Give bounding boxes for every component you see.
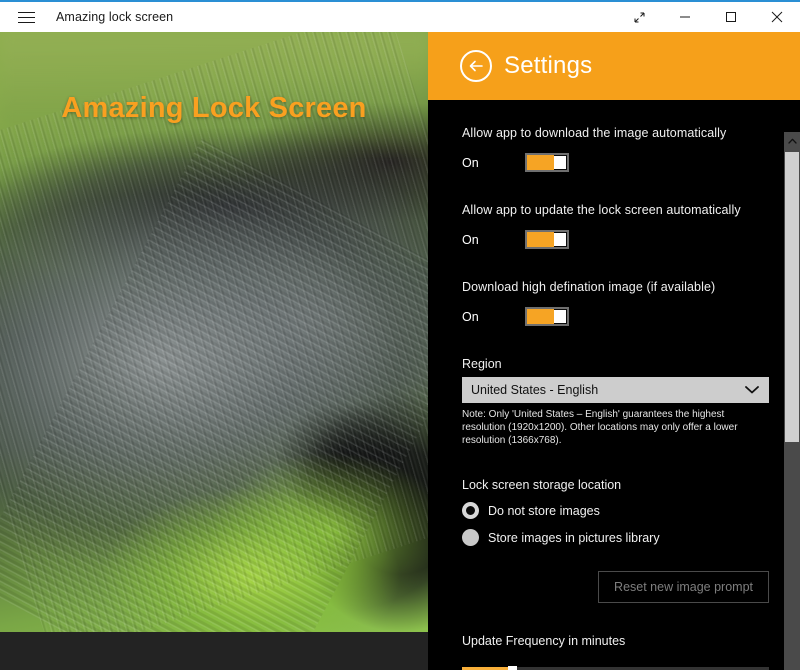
- hamburger-menu-icon[interactable]: [4, 2, 48, 32]
- toggle-state-label: On: [462, 155, 479, 170]
- setting-label: Allow app to download the image automati…: [462, 126, 727, 140]
- region-label: Region: [462, 357, 502, 371]
- region-selected-value: United States - English: [471, 383, 599, 397]
- toggle-knob: [554, 156, 566, 169]
- radio-do-not-store[interactable]: Do not store images: [462, 502, 772, 519]
- toggle-knob: [554, 310, 566, 323]
- settings-title: Settings: [504, 52, 593, 79]
- window-title: Amazing lock screen: [56, 10, 174, 24]
- settings-scrollbar[interactable]: [784, 132, 800, 670]
- radio-indicator-unselected: [462, 529, 479, 546]
- chevron-down-icon: [745, 386, 759, 395]
- setting-download-image: Allow app to download the image automati…: [462, 100, 772, 172]
- preview-footer-bar: [0, 632, 428, 670]
- radio-store-in-library[interactable]: Store images in pictures library: [462, 529, 772, 546]
- toggle-state-label: On: [462, 232, 479, 247]
- close-icon[interactable]: [754, 2, 800, 32]
- toggle-fill: [527, 155, 554, 170]
- lock-screen-preview: Amazing Lock Screen: [0, 32, 428, 670]
- photo-blur-top: [0, 32, 428, 152]
- storage-label: Lock screen storage location: [462, 478, 622, 492]
- fur-texture-lower: [0, 138, 428, 632]
- toggle-state-label: On: [462, 309, 479, 324]
- toggle-high-definition[interactable]: [525, 307, 569, 326]
- setting-label: Allow app to update the lock screen auto…: [462, 203, 741, 217]
- setting-update-frequency: Update Frequency in minutes Version: 2.5…: [462, 634, 772, 670]
- app-window: Amazing lock screen Amazing Lock Screen …: [0, 0, 800, 670]
- region-select[interactable]: United States - English: [462, 377, 769, 403]
- title-bar: Amazing lock screen: [0, 0, 800, 32]
- back-arrow-icon[interactable]: [460, 50, 492, 82]
- setting-label: Download high defination image (if avail…: [462, 280, 716, 294]
- region-note: Note: Only 'United States – English' gua…: [462, 409, 738, 446]
- scroll-up-icon[interactable]: [784, 132, 800, 150]
- reset-new-image-prompt-button[interactable]: Reset new image prompt: [598, 571, 769, 603]
- settings-header: Settings: [428, 32, 800, 100]
- preview-photo: [0, 32, 428, 632]
- radio-label: Store images in pictures library: [488, 530, 660, 545]
- setting-region: Region United States - English Note: Onl…: [462, 357, 772, 447]
- radio-indicator-selected: [462, 502, 479, 519]
- toggle-update-lock-screen[interactable]: [525, 230, 569, 249]
- toggle-download-image[interactable]: [525, 153, 569, 172]
- update-frequency-label: Update Frequency in minutes: [462, 634, 626, 648]
- radio-label: Do not store images: [488, 503, 600, 518]
- minimize-icon[interactable]: [662, 2, 708, 32]
- maximize-icon[interactable]: [708, 2, 754, 32]
- fur-texture-upper: [0, 32, 428, 632]
- settings-pane: Settings Allow app to download the image…: [428, 32, 800, 670]
- slider-thumb[interactable]: [508, 666, 517, 670]
- setting-storage-location: Lock screen storage location Do not stor…: [462, 478, 772, 603]
- window-controls: [616, 2, 800, 32]
- restore-down-icon[interactable]: [616, 2, 662, 32]
- setting-high-definition: Download high defination image (if avail…: [462, 280, 772, 326]
- scrollbar-thumb[interactable]: [785, 152, 799, 442]
- toggle-fill: [527, 309, 554, 324]
- settings-body: Allow app to download the image automati…: [428, 100, 800, 670]
- toggle-knob: [554, 233, 566, 246]
- toggle-fill: [527, 232, 554, 247]
- setting-update-lock-screen: Allow app to update the lock screen auto…: [462, 203, 772, 249]
